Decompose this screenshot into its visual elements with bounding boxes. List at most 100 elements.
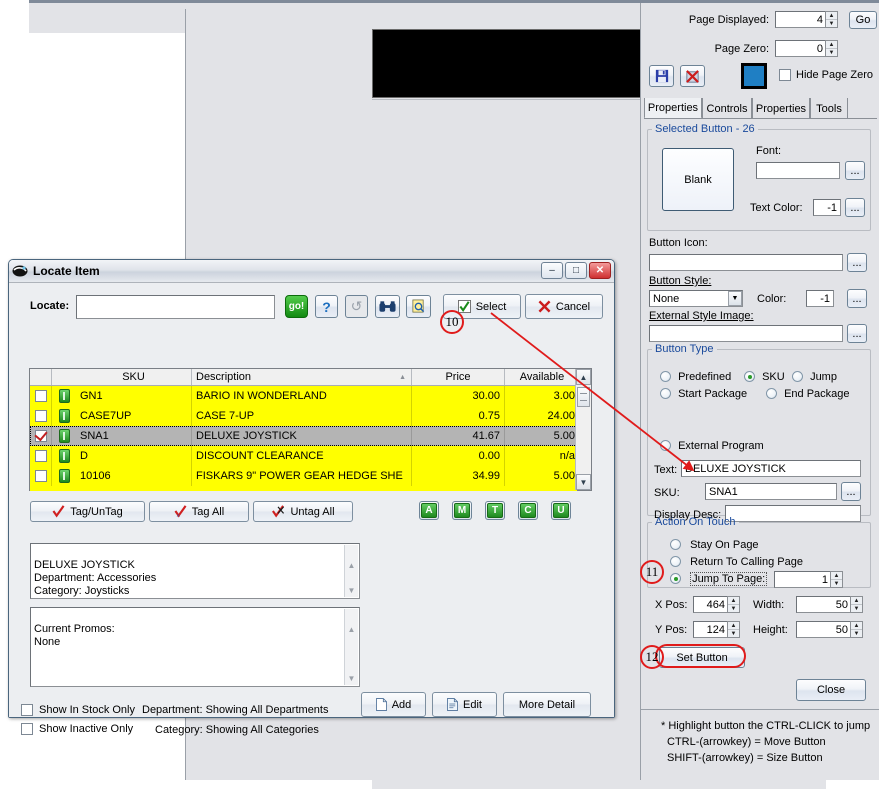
radio-end-package[interactable]: End Package	[766, 388, 850, 400]
jump-to-page-spinner[interactable]: ▲ ▼	[830, 571, 843, 588]
untag-all-button[interactable]: Untag All	[253, 501, 353, 522]
height-spinner[interactable]: ▲ ▼	[850, 621, 863, 638]
spinner-up-icon[interactable]: ▲	[728, 597, 739, 605]
locate-input[interactable]	[76, 295, 275, 319]
y-pos-input[interactable]: 124	[693, 621, 729, 638]
grid-col-icon[interactable]	[52, 369, 76, 385]
spinner-up-icon[interactable]: ▲	[728, 622, 739, 630]
go-button[interactable]: go!	[285, 295, 308, 318]
scroll-down-icon[interactable]: ▼	[576, 474, 591, 490]
button-icon-input[interactable]	[649, 254, 843, 271]
promo-memo-scrollbar[interactable]: ▲ ▼	[344, 609, 358, 685]
button-icon-browse-button[interactable]: ...	[847, 253, 867, 272]
edit-button[interactable]: Edit	[432, 692, 497, 717]
spinner-up-icon[interactable]: ▲	[851, 597, 862, 605]
x-pos-spinner[interactable]: ▲ ▼	[727, 596, 740, 613]
minimize-button[interactable]: –	[541, 262, 563, 279]
filter-c-button[interactable]: C	[518, 501, 538, 520]
text-color-browse-button[interactable]: ...	[845, 198, 865, 217]
tab-controls[interactable]: Controls	[702, 98, 752, 119]
text-color-input[interactable]: -1	[813, 199, 841, 216]
help-button[interactable]: ?	[315, 295, 338, 318]
width-spinner[interactable]: ▲ ▼	[850, 596, 863, 613]
cancel-button[interactable]: Cancel	[525, 294, 603, 319]
properties-tabstrip[interactable]: Properties Controls Properties Tools	[644, 98, 877, 119]
spinner-down-icon[interactable]: ▼	[728, 630, 739, 637]
add-button[interactable]: Add	[361, 692, 426, 717]
filter-u-button[interactable]: U	[551, 501, 571, 520]
scroll-down-icon[interactable]: ▼	[345, 671, 358, 685]
preview-button[interactable]	[406, 295, 431, 318]
scroll-down-icon[interactable]: ▼	[345, 583, 358, 597]
show-inactive-checkbox[interactable]	[21, 723, 33, 735]
spinner-up-icon[interactable]: ▲	[831, 572, 842, 580]
detail-memo-scrollbar[interactable]: ▲ ▼	[344, 545, 358, 597]
spinner-down-icon[interactable]: ▼	[831, 580, 842, 587]
grid-scrollbar[interactable]: ▲ ▼	[575, 369, 591, 490]
close-icon[interactable]: ✕	[589, 262, 611, 279]
tag-all-button[interactable]: A Tag All	[149, 501, 249, 522]
table-row[interactable]: 10106 FISKARS 9" POWER GEAR HEDGE SHE 34…	[30, 466, 591, 486]
width-input[interactable]: 50	[796, 596, 852, 613]
save-button[interactable]	[649, 65, 674, 87]
row-checkbox[interactable]	[34, 450, 47, 462]
radio-return-to-calling-page[interactable]: Return To Calling Page	[670, 556, 803, 568]
close-button[interactable]: Close	[796, 679, 866, 701]
row-checkbox-cell[interactable]	[30, 386, 52, 406]
radio-sku-icon[interactable]	[744, 371, 755, 382]
grid-col-available[interactable]: Available	[505, 369, 579, 385]
font-input[interactable]	[756, 162, 840, 179]
filter-m-button[interactable]: M	[452, 501, 472, 520]
maximize-button[interactable]: □	[565, 262, 587, 279]
radio-sku[interactable]: SKU	[744, 371, 785, 383]
jump-to-page-input[interactable]: 1	[774, 571, 832, 588]
scroll-up-icon[interactable]: ▲	[345, 558, 358, 572]
scroll-up-icon[interactable]: ▲	[576, 369, 591, 385]
selected-button-preview[interactable]: Blank	[662, 148, 734, 211]
spinner-down-icon[interactable]: ▼	[826, 49, 837, 56]
grid-col-description[interactable]: Description ▲	[192, 369, 412, 385]
color-swatch[interactable]	[741, 63, 767, 89]
button-text-input[interactable]: DELUXE JOYSTICK	[681, 460, 861, 477]
radio-return-to-calling-page-icon[interactable]	[670, 556, 681, 567]
spinner-down-icon[interactable]: ▼	[826, 20, 837, 27]
row-checkbox[interactable]	[34, 430, 47, 442]
y-pos-spinner[interactable]: ▲ ▼	[727, 621, 740, 638]
spinner-up-icon[interactable]: ▲	[826, 12, 837, 20]
radio-predefined-icon[interactable]	[660, 371, 671, 382]
radio-end-package-icon[interactable]	[766, 388, 777, 399]
radio-jump-to-page[interactable]: Jump To Page:	[670, 572, 768, 586]
external-style-browse-button[interactable]: ...	[847, 324, 867, 343]
table-row[interactable]: CASE7UP CASE 7-UP 0.75 24.00	[30, 406, 591, 426]
set-button-button[interactable]: Set Button	[659, 647, 745, 668]
radio-jump-to-page-icon[interactable]	[670, 573, 681, 584]
table-row[interactable]: SNA1 DELUXE JOYSTICK 41.67 5.00	[30, 426, 591, 446]
height-input[interactable]: 50	[796, 621, 852, 638]
row-checkbox-cell[interactable]	[30, 446, 52, 466]
external-style-image-input[interactable]	[649, 325, 843, 342]
spinner-down-icon[interactable]: ▼	[851, 630, 862, 637]
filter-a-button[interactable]: A	[419, 501, 439, 520]
refresh-button[interactable]: ↺	[345, 295, 368, 318]
spinner-down-icon[interactable]: ▼	[728, 605, 739, 612]
spinner-up-icon[interactable]: ▲	[851, 622, 862, 630]
row-checkbox-cell[interactable]	[30, 406, 52, 426]
sku-browse-button[interactable]: ...	[841, 482, 861, 501]
row-checkbox[interactable]	[34, 470, 47, 482]
spinner-up-icon[interactable]: ▲	[826, 41, 837, 49]
color-browse-button[interactable]: ...	[847, 289, 867, 308]
radio-stay-on-page-icon[interactable]	[670, 539, 681, 550]
page-displayed-input[interactable]: 4	[775, 11, 827, 28]
chevron-down-icon[interactable]: ▼	[728, 291, 742, 306]
hide-page-zero-checkbox[interactable]	[779, 69, 791, 81]
filter-t-button[interactable]: T	[485, 501, 505, 520]
item-detail-memo[interactable]: DELUXE JOYSTICK Department: Accessories …	[30, 543, 360, 599]
scroll-up-icon[interactable]: ▲	[345, 622, 358, 636]
grid-col-sku[interactable]: SKU	[76, 369, 192, 385]
more-detail-button[interactable]: More Detail	[503, 692, 591, 717]
show-in-stock-checkbox[interactable]	[21, 704, 33, 716]
radio-external-program-icon[interactable]	[660, 440, 671, 451]
scrollbar-thumb[interactable]	[577, 387, 590, 407]
row-checkbox-cell[interactable]	[30, 426, 52, 446]
delete-button[interactable]	[680, 65, 705, 87]
